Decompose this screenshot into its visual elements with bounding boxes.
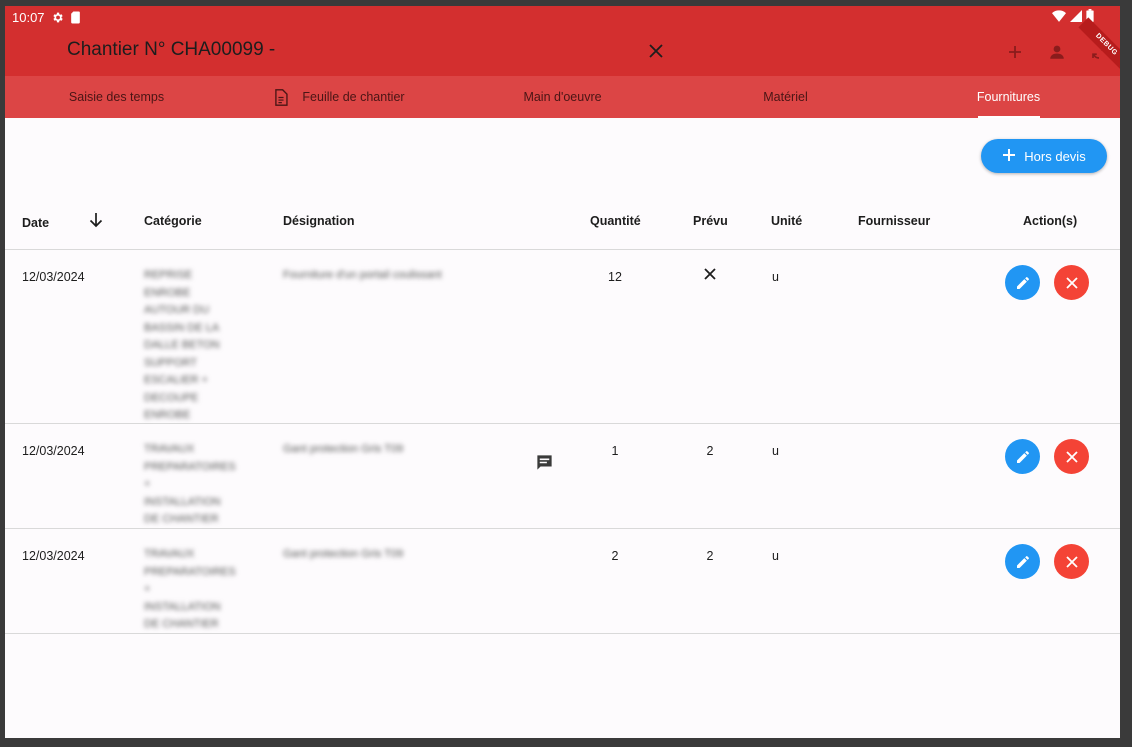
row-unite: u — [772, 270, 779, 284]
edit-button[interactable] — [1005, 439, 1040, 474]
column-header-actions: Action(s) — [1023, 214, 1078, 228]
status-time: 10:07 — [12, 9, 45, 25]
tab-label: Matériel — [763, 90, 808, 104]
tab-bar: Saisie des temps Feuille de chantier Mai… — [5, 76, 1120, 118]
app-bar: Chantier N° CHA00099 - DEBUG — [5, 17, 1120, 76]
column-header-unite: Unité — [771, 214, 803, 228]
close-icon — [1065, 450, 1078, 463]
edit-button[interactable] — [1005, 544, 1040, 579]
tab-feuille-de-chantier[interactable]: Feuille de chantier — [228, 76, 451, 118]
app-window: 10:07 Chantier N° CHA00099 - DEBUG Saisi… — [5, 6, 1120, 738]
column-header-categorie: Catégorie — [144, 214, 202, 228]
edit-button[interactable] — [1005, 265, 1040, 300]
row-unite: u — [772, 444, 779, 458]
signal-icon — [1070, 9, 1082, 25]
column-header-designation: Désignation — [283, 214, 355, 228]
delete-button[interactable] — [1054, 439, 1089, 474]
row-unite: u — [772, 549, 779, 563]
pencil-icon — [1016, 276, 1029, 289]
plus-icon — [1002, 148, 1016, 165]
settings-status-icon — [51, 11, 64, 24]
table-row: 12/03/2024 TRAVAUX PREPARATOIRES + INSTA… — [5, 424, 1120, 529]
column-header-prevu: Prévu — [693, 214, 728, 228]
tab-label: Main d'oeuvre — [523, 90, 602, 104]
column-header-date[interactable]: Date — [22, 216, 49, 230]
add-icon[interactable] — [1003, 40, 1027, 64]
delete-button[interactable] — [1054, 265, 1089, 300]
column-header-fournisseur: Fournisseur — [858, 214, 931, 228]
tab-label: Fournitures — [976, 90, 1041, 104]
table-row: 12/03/2024 REPRISE ENROBE AUTOUR DU BASS… — [5, 250, 1120, 424]
row-designation: Gant protection Gris T09 — [283, 548, 404, 560]
delete-button[interactable] — [1054, 544, 1089, 579]
pencil-icon — [1016, 450, 1029, 463]
row-prevu: 2 — [706, 444, 714, 458]
sd-card-status-icon — [70, 11, 81, 24]
row-quantite: 2 — [611, 549, 619, 563]
comment-icon[interactable] — [535, 453, 554, 475]
hors-devis-button[interactable]: Hors devis — [981, 139, 1107, 173]
row-designation: Fourniture d'un portail coulissant — [283, 269, 442, 281]
tab-fournitures[interactable]: Fournitures — [897, 76, 1120, 118]
column-header-quantite: Quantité — [590, 214, 641, 228]
arrow-down-icon[interactable] — [89, 212, 103, 231]
table-header: Date Catégorie Désignation Quantité Prév… — [5, 198, 1120, 250]
close-icon — [1065, 276, 1078, 289]
tab-label: Feuille de chantier — [302, 90, 405, 104]
tab-saisie-des-temps[interactable]: Saisie des temps — [5, 76, 228, 118]
status-bar: 10:07 — [5, 6, 1120, 28]
wifi-icon — [1052, 9, 1066, 25]
close-icon — [1065, 555, 1078, 568]
row-categorie: TRAVAUX PREPARATOIRES + INSTALLATION DE … — [144, 443, 236, 525]
tab-materiel[interactable]: Matériel — [674, 76, 897, 118]
hors-devis-label: Hors devis — [1024, 148, 1086, 164]
row-categorie: TRAVAUX PREPARATOIRES + INSTALLATION DE … — [144, 548, 236, 630]
close-icon — [703, 267, 717, 284]
row-categorie: REPRISE ENROBE AUTOUR DU BASSIN DE LA DA… — [144, 269, 220, 421]
row-date: 12/03/2024 — [22, 444, 85, 458]
row-quantite: 12 — [608, 270, 622, 284]
tab-label: Saisie des temps — [68, 90, 165, 104]
close-icon[interactable] — [645, 40, 667, 62]
pencil-icon — [1016, 555, 1029, 568]
document-icon — [274, 88, 289, 106]
row-date: 12/03/2024 — [22, 549, 85, 563]
user-icon[interactable] — [1045, 40, 1069, 64]
row-designation: Gant protection Gris T09 — [283, 443, 404, 455]
table-row: 12/03/2024 TRAVAUX PREPARATOIRES + INSTA… — [5, 529, 1120, 634]
row-quantite: 1 — [611, 444, 619, 458]
tab-main-d-oeuvre[interactable]: Main d'oeuvre — [451, 76, 674, 118]
row-date: 12/03/2024 — [22, 270, 85, 284]
page-title: Chantier N° CHA00099 - — [67, 39, 276, 60]
row-prevu: 2 — [706, 549, 714, 563]
